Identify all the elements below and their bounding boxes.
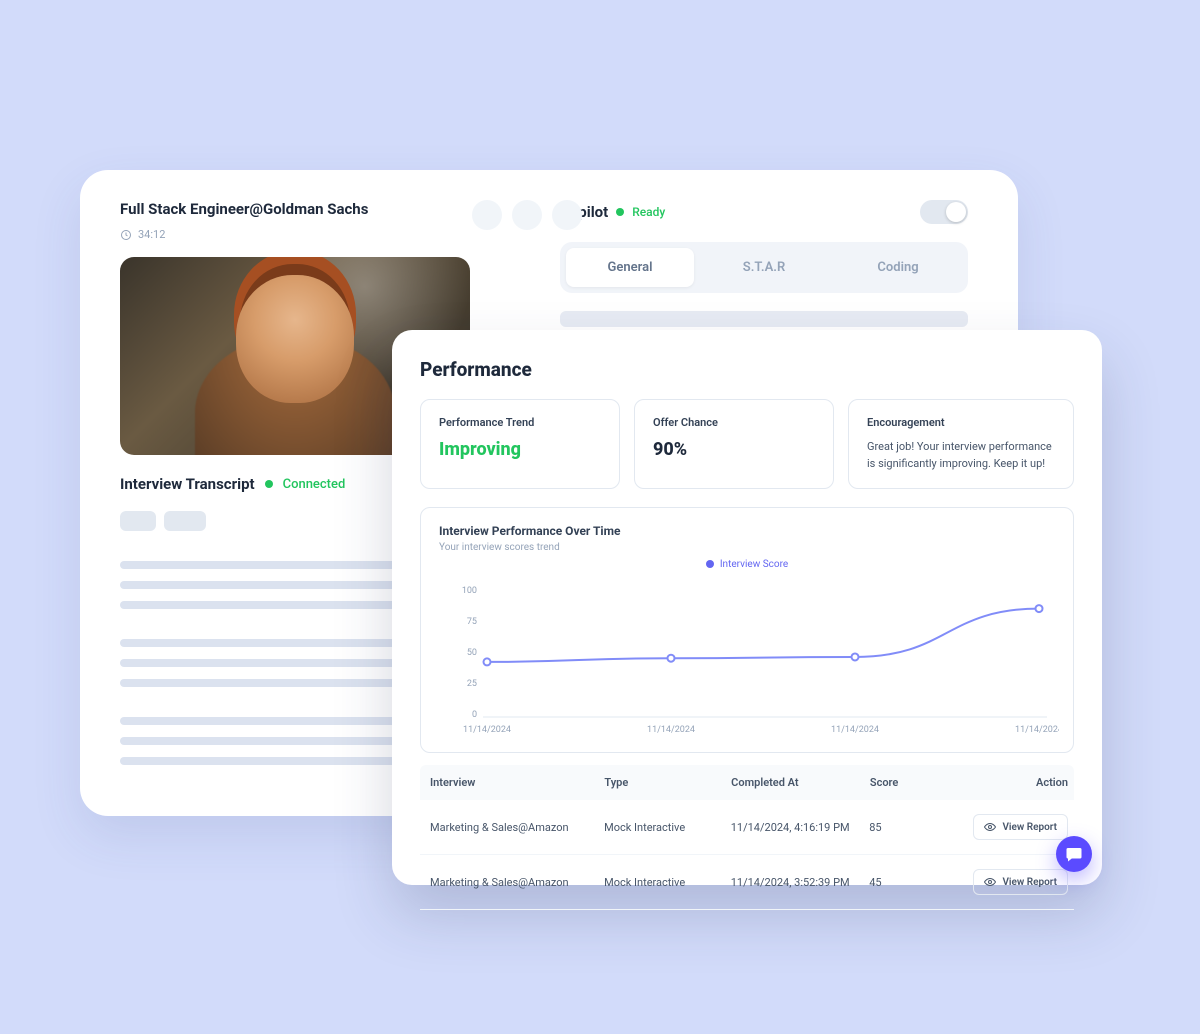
- kpi-body-text: Great job! Your interview performance is…: [867, 439, 1055, 472]
- skeleton-chip: [164, 511, 206, 531]
- tab-star[interactable]: S.T.A.R: [700, 248, 828, 287]
- svg-text:75: 75: [467, 617, 477, 627]
- svg-text:50: 50: [467, 648, 477, 658]
- transcript-status: Connected: [283, 477, 346, 492]
- tab-coding[interactable]: Coding: [834, 248, 962, 287]
- svg-text:11/14/2024: 11/14/2024: [463, 725, 511, 735]
- performance-card: Performance Performance Trend Improving …: [392, 330, 1102, 885]
- cell-interview: Marketing & Sales@Amazon: [426, 821, 604, 834]
- status-dot-icon: [616, 208, 624, 216]
- cell-interview: Marketing & Sales@Amazon: [426, 876, 604, 889]
- table-row: Marketing & Sales@Amazon Mock Interactiv…: [420, 855, 1074, 910]
- copilot-toggle[interactable]: [920, 200, 968, 224]
- svg-text:11/14/2024: 11/14/2024: [647, 725, 695, 735]
- status-dot-icon: [265, 480, 273, 488]
- kpi-performance-trend: Performance Trend Improving: [420, 399, 620, 489]
- cell-score: 85: [869, 821, 978, 834]
- copilot-status: Ready: [632, 205, 665, 219]
- svg-text:25: 25: [467, 679, 477, 689]
- cell-completed-at: 11/14/2024, 3:52:39 PM: [731, 876, 869, 889]
- kpi-label: Offer Chance: [653, 416, 815, 429]
- table-header-row: Interview Type Completed At Score Action: [420, 765, 1074, 800]
- kpi-value: Improving: [439, 439, 601, 460]
- chat-icon: [1065, 845, 1083, 863]
- kpi-encouragement: Encouragement Great job! Your interview …: [848, 399, 1074, 489]
- clock-icon: [120, 229, 132, 241]
- performance-heading: Performance: [420, 358, 1074, 381]
- eye-icon: [984, 876, 996, 888]
- interview-table: Interview Type Completed At Score Action…: [420, 765, 1074, 910]
- svg-text:11/14/2024: 11/14/2024: [1015, 725, 1059, 735]
- kpi-label: Performance Trend: [439, 416, 601, 429]
- th-type: Type: [604, 776, 731, 789]
- chart-card: Interview Performance Over Time Your int…: [420, 507, 1074, 753]
- cell-score: 45: [869, 876, 978, 889]
- skeleton-chip: [120, 511, 156, 531]
- chart-legend: Interview Score: [439, 559, 1055, 570]
- avatar-placeholder: [512, 200, 542, 230]
- cell-type: Mock Interactive: [604, 821, 731, 834]
- kpi-offer-chance: Offer Chance 90%: [634, 399, 834, 489]
- cell-type: Mock Interactive: [604, 876, 731, 889]
- participant-avatars: [472, 200, 582, 230]
- eye-icon: [984, 821, 996, 833]
- interview-score-chart: 0 25 50 75 100 11/14/2024 11/14/2024 11/…: [439, 574, 1059, 742]
- svg-text:0: 0: [472, 710, 477, 720]
- th-score: Score: [870, 776, 979, 789]
- chat-fab-button[interactable]: [1056, 836, 1092, 872]
- tab-general[interactable]: General: [566, 248, 694, 287]
- svg-text:100: 100: [462, 586, 477, 596]
- elapsed-time-value: 34:12: [138, 228, 165, 241]
- avatar-placeholder: [472, 200, 502, 230]
- view-report-button[interactable]: View Report: [973, 869, 1068, 895]
- table-row: Marketing & Sales@Amazon Mock Interactiv…: [420, 800, 1074, 855]
- th-action: Action: [979, 776, 1068, 789]
- toggle-knob: [946, 202, 966, 222]
- view-report-label: View Report: [1002, 877, 1057, 888]
- copilot-tabs: General S.T.A.R Coding: [560, 242, 968, 293]
- copilot-content-placeholder: [560, 311, 968, 327]
- view-report-button[interactable]: View Report: [973, 814, 1068, 840]
- view-report-label: View Report: [1002, 822, 1057, 833]
- svg-text:11/14/2024: 11/14/2024: [831, 725, 879, 735]
- cell-completed-at: 11/14/2024, 4:16:19 PM: [731, 821, 869, 834]
- kpi-value: 90%: [653, 439, 815, 460]
- transcript-heading: Interview Transcript: [120, 475, 255, 493]
- kpi-label: Encouragement: [867, 416, 1055, 429]
- avatar-placeholder: [552, 200, 582, 230]
- chart-title: Interview Performance Over Time: [439, 524, 1055, 538]
- chart-subtitle: Your interview scores trend: [439, 542, 1055, 553]
- th-completed-at: Completed At: [731, 776, 870, 789]
- th-interview: Interview: [426, 776, 604, 789]
